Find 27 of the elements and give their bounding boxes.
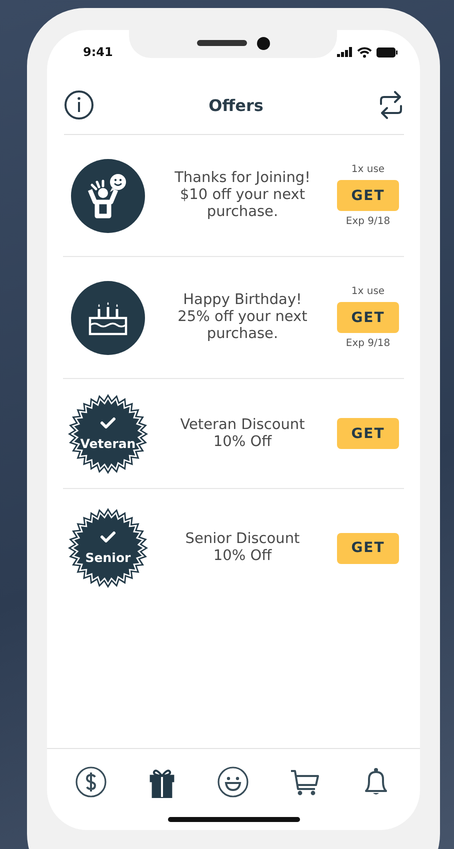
get-button[interactable]: GET — [337, 418, 399, 449]
get-button[interactable]: GET — [337, 302, 399, 333]
battery-icon — [376, 46, 398, 58]
birthday-cake-icon — [70, 280, 146, 356]
get-button[interactable]: GET — [337, 180, 399, 211]
expiry-date: Exp 9/18 — [346, 338, 390, 349]
dollar-icon[interactable] — [74, 766, 107, 798]
offer-text: Happy Birthday! 25% off your next purchase. — [176, 292, 308, 343]
smiley-face-icon[interactable] — [217, 766, 250, 798]
wifi-icon — [357, 46, 372, 58]
swap-arrows-icon[interactable] — [378, 91, 404, 119]
info-icon[interactable] — [64, 90, 94, 120]
offer-text: Senior Discount 10% Off — [184, 531, 301, 565]
status-time: 9:41 — [83, 45, 113, 59]
offer-text: Thanks for Joining! $10 off your next purchase. — [174, 170, 312, 221]
signal-icon — [337, 47, 353, 57]
person-waving-icon — [70, 158, 146, 234]
get-button[interactable]: GET — [337, 532, 399, 564]
usage-limit: 1x use — [351, 164, 385, 175]
seal-badge-icon — [67, 507, 149, 589]
page-title: Offers — [208, 96, 264, 114]
usage-limit: 1x use — [351, 286, 385, 297]
seal-label: Senior — [84, 550, 132, 565]
expiry-date: Exp 9/18 — [346, 216, 390, 227]
seal-label: Veteran — [79, 436, 137, 450]
offer-text: Veteran Discount 10% Off — [179, 416, 306, 450]
seal-badge-icon — [67, 392, 149, 474]
